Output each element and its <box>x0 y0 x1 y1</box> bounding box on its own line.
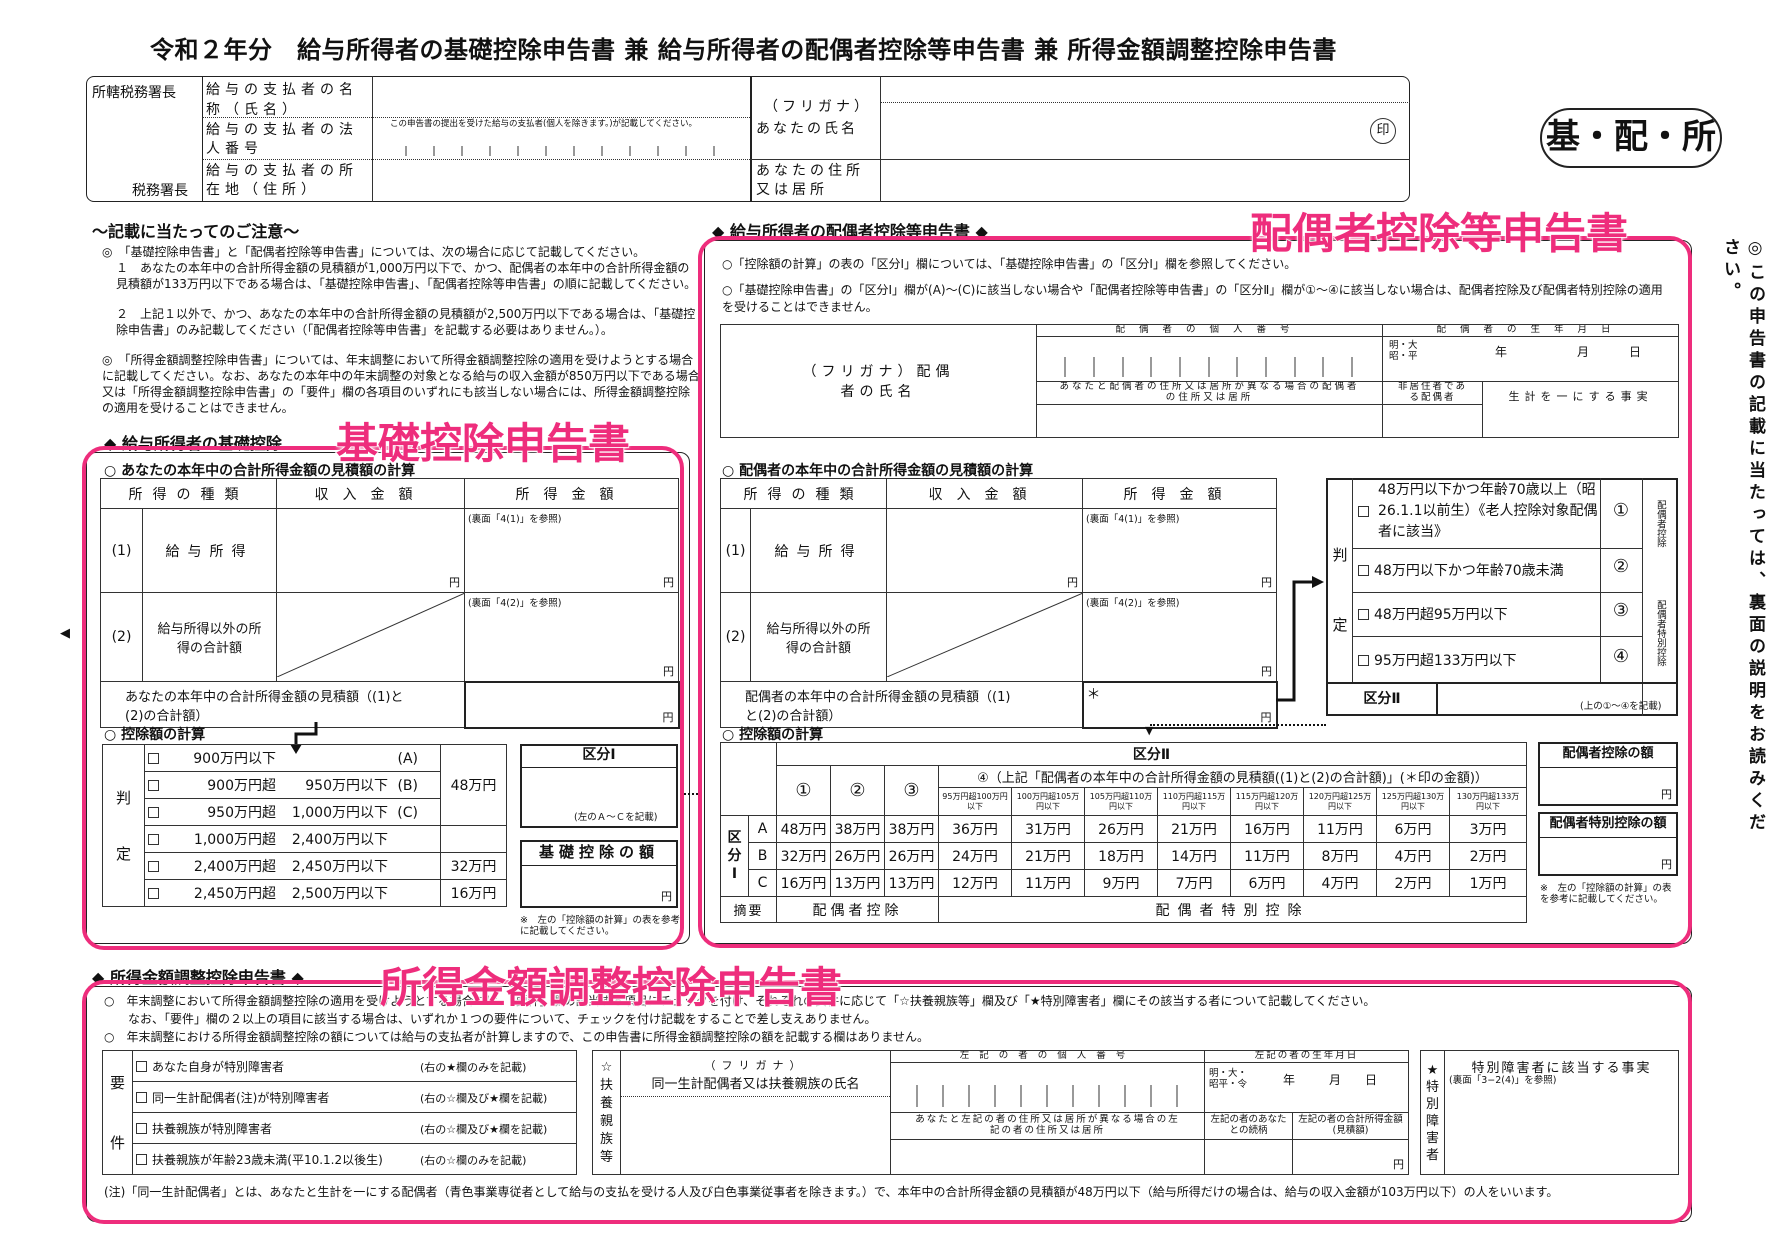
your-name-label: あなたの氏名 <box>756 121 858 137</box>
shotoku-overlay-title: 所得金額調整控除申告書 <box>379 962 843 1012</box>
left-arrow-icon: ◀ <box>60 626 70 641</box>
your-addr-label: あなたの住所又は居所 <box>756 163 864 198</box>
haigu-highlight <box>698 236 1692 948</box>
note-line-3: ◎ 「所得金額調整控除申告書」については、年末調整において所得金額調整控除の適用… <box>102 353 700 415</box>
payer-no-note: この申告書の提出を受けた給与の支払者(個人を除きます。)が記載してください。 <box>390 119 698 129</box>
payer-no-label: 給与の支払者の法人番号 <box>206 122 358 157</box>
note-line-2: ２ 上記１以外で、かつ、あなたの本年中の合計所得金額の見積額が2,500万円以下… <box>116 307 696 337</box>
notes-heading: 〜記載に当たってのご注意〜 <box>92 222 300 241</box>
your-name-field[interactable] <box>884 104 1364 156</box>
form-stamp: 基・配・所 <box>1540 108 1722 168</box>
office-label: 所轄税務署長 <box>92 85 176 101</box>
seal-icon: 印 <box>1370 118 1396 144</box>
form-title: 令和２年分 給与所得者の基礎控除申告書 兼 給与所得者の配偶者控除等申告書 兼 … <box>150 36 1337 64</box>
payer-name-label: 給与の支払者の名称（氏名） <box>206 82 358 118</box>
note-line-1: １ あなたの本年中の合計所得金額の見積額が1,000万円以下で、かつ、配偶者の本… <box>116 261 697 291</box>
payer-addr-label: 給与の支払者の所在地（住所） <box>206 163 358 198</box>
kiso-highlight <box>82 446 684 950</box>
payer-name-field[interactable] <box>374 78 748 116</box>
your-addr-field[interactable] <box>884 162 1404 200</box>
payer-addr-field[interactable] <box>374 161 748 201</box>
office-suffix: 税務署長 <box>132 183 188 199</box>
payer-no-field[interactable] <box>378 134 746 156</box>
furigana-label: （フリガナ） <box>764 99 872 115</box>
note-line-0: ◎ 「基礎控除申告書」と「配偶者控除等申告書」については、次の場合に応じて記載し… <box>102 245 646 259</box>
haigu-overlay-title: 配偶者控除等申告書 <box>1249 208 1629 258</box>
kiso-overlay-title: 基礎控除申告書 <box>335 418 631 468</box>
side-note: ◎この申告書の記載に当たっては、裏面の説明をお読みください。 <box>1720 238 1765 835</box>
shotoku-highlight <box>82 980 1692 1224</box>
